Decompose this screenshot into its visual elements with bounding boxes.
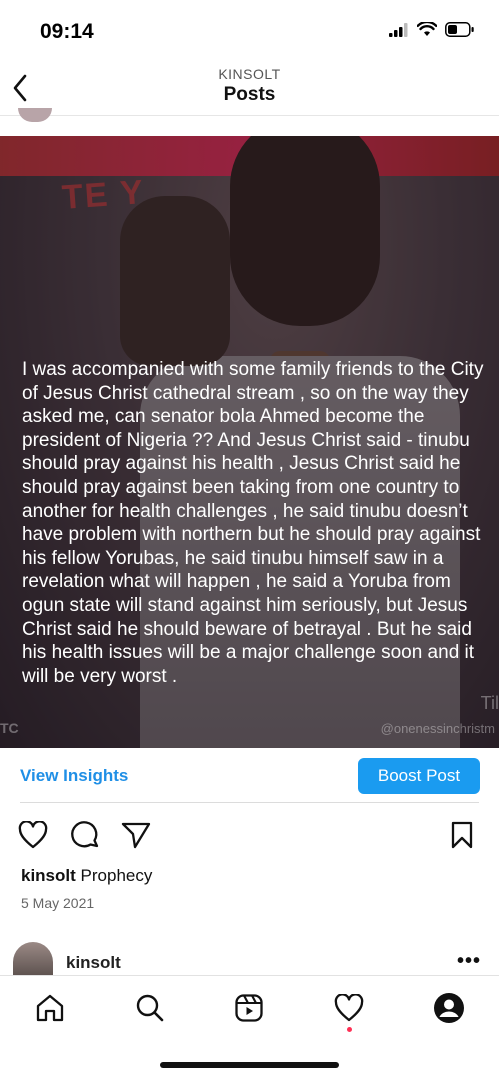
heart-icon [18,821,48,849]
next-post-username[interactable]: kinsolt [66,953,121,973]
tab-search[interactable] [130,988,170,1028]
nav-header: KINSOLT Posts [0,60,499,116]
comment-button[interactable] [68,818,102,852]
page-title: Posts [223,84,276,105]
boost-post-button[interactable]: Boost Post [358,758,480,794]
wifi-icon [417,22,437,36]
search-icon [136,994,164,1022]
header-account: KINSOLT [218,66,281,82]
next-post-header: kinsolt ••• [0,942,499,976]
home-indicator [160,1062,339,1068]
profile-icon [434,993,464,1023]
post-media[interactable]: TE Y I was accompanied with some family … [0,136,499,748]
send-icon [121,822,151,849]
post-actions [0,818,499,852]
caption-text: Prophecy [80,866,153,885]
share-button[interactable] [119,818,153,852]
more-options-button[interactable]: ••• [457,950,481,973]
watermark-right: Til [480,693,499,713]
reels-icon [235,994,263,1022]
battery-icon [445,22,474,37]
insights-row: View Insights Boost Post [0,756,499,800]
like-button[interactable] [16,818,50,852]
tab-reels[interactable] [229,988,269,1028]
watermark: @onenessinchristm [380,721,495,736]
notification-dot [347,1027,352,1032]
home-icon [36,994,64,1022]
bookmark-icon [451,821,473,849]
post-date: 5 May 2021 [21,895,95,911]
caption-username[interactable]: kinsolt [21,866,76,885]
tab-activity[interactable] [329,988,369,1028]
signal-icon [389,22,408,37]
watermark-left: TC [0,720,19,736]
divider [20,802,479,803]
view-insights-link[interactable]: View Insights [20,766,128,786]
comment-icon [71,821,99,848]
tab-home[interactable] [30,988,70,1028]
tab-profile[interactable] [429,988,469,1028]
status-icons [389,22,475,37]
post-caption: kinsolt Prophecy [21,866,152,886]
avatar[interactable] [13,942,53,976]
status-time: 09:14 [40,20,94,43]
heart-icon [334,994,364,1022]
status-bar: 09:14 [0,0,499,60]
avatar[interactable] [18,108,52,122]
save-button[interactable] [445,818,479,852]
post-text-overlay: I was accompanied with some family frien… [22,359,484,687]
